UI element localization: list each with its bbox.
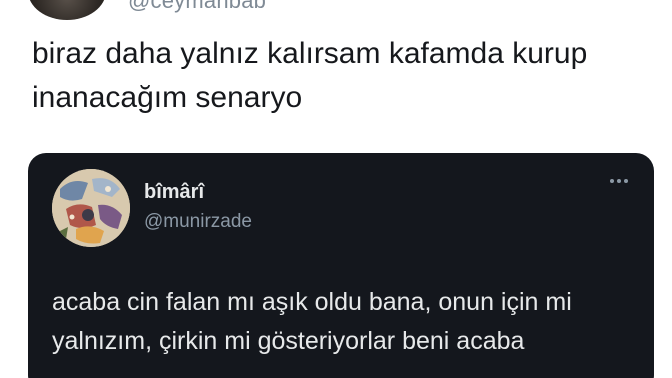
avatar-illustration <box>52 169 130 247</box>
quoted-handle[interactable]: @munirzade <box>144 211 252 233</box>
tweet-view: @ceymanbab biraz daha yalnız kalırsam ka… <box>0 0 672 378</box>
more-dot <box>617 179 621 183</box>
quoted-tweet-text: acaba cin falan mı aşık oldu bana, onun … <box>52 288 572 355</box>
tweet-text: biraz daha yalnız kalırsam kafamda kurup… <box>32 37 588 114</box>
quoted-author-avatar[interactable] <box>52 169 130 247</box>
more-dot <box>610 179 614 183</box>
author-handle[interactable]: @ceymanbab <box>128 0 266 14</box>
quoted-display-name[interactable]: bîmârî <box>144 181 204 204</box>
author-avatar[interactable] <box>28 0 106 20</box>
more-horizontal-icon[interactable] <box>610 179 628 183</box>
more-dot <box>624 179 628 183</box>
quoted-tweet-card[interactable]: bîmârî @munirzade acaba cin falan mı aşı… <box>28 153 654 378</box>
